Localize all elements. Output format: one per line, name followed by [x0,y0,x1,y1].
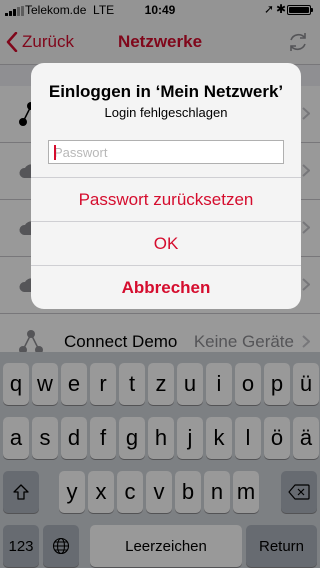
reset-password-button[interactable]: Passwort zurücksetzen [31,177,301,222]
alert-title: Einloggen in ‘Mein Netzwerk’ [48,82,284,101]
cancel-button[interactable]: Abbrechen [31,265,301,309]
ok-button[interactable]: OK [31,221,301,266]
alert-message: Login fehlgeschlagen [104,105,228,120]
text-cursor [54,145,56,160]
login-alert: Einloggen in ‘Mein Netzwerk’ Login fehlg… [31,63,301,309]
password-field[interactable] [48,140,284,164]
